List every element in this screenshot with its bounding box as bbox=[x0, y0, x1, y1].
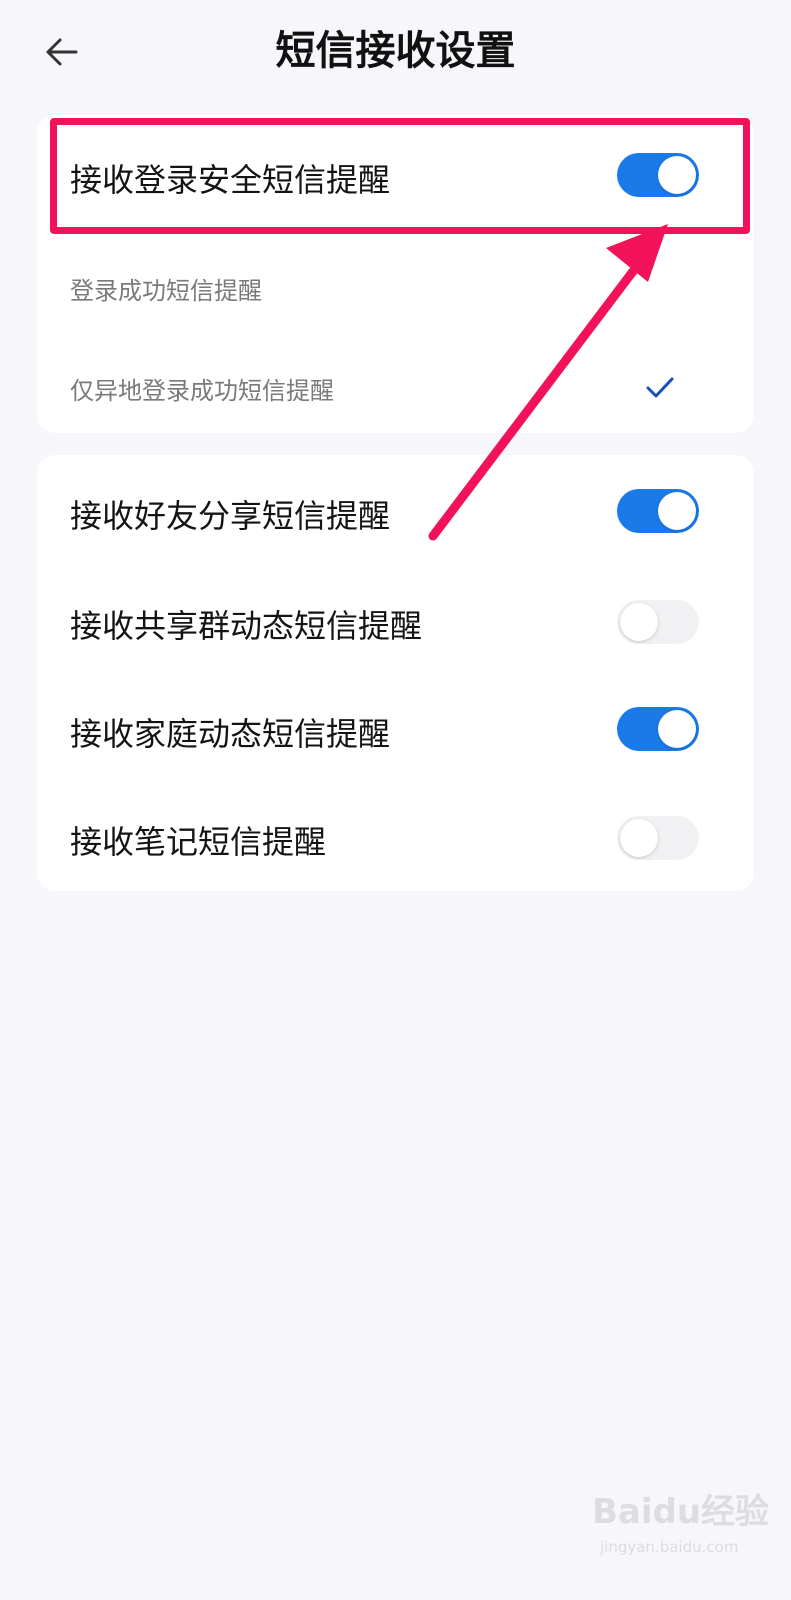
login-security-row[interactable]: 接收登录安全短信提醒 bbox=[37, 115, 754, 235]
friend-share-toggle[interactable] bbox=[617, 489, 699, 533]
notes-row[interactable]: 接收笔记短信提醒 bbox=[37, 783, 754, 891]
watermark-logo: Baidu经验 bbox=[592, 1492, 770, 1532]
shared-group-label: 接收共享群动态短信提醒 bbox=[70, 607, 423, 645]
top-bar: 短信接收设置 bbox=[0, 0, 791, 105]
login-success-label: 登录成功短信提醒 bbox=[70, 277, 262, 305]
shared-group-toggle[interactable] bbox=[617, 600, 699, 644]
toggle-knob bbox=[658, 492, 696, 530]
shared-group-row[interactable]: 接收共享群动态短信提醒 bbox=[37, 565, 754, 673]
watermark: Baidu经验 jingyan.baidu.com bbox=[592, 1484, 782, 1584]
notes-label: 接收笔记短信提醒 bbox=[70, 823, 327, 861]
remote-login-option[interactable]: 仅异地登录成功短信提醒 bbox=[37, 333, 754, 433]
toggle-knob bbox=[658, 710, 696, 748]
login-security-toggle[interactable] bbox=[617, 153, 699, 197]
family-activity-label: 接收家庭动态短信提醒 bbox=[70, 715, 391, 753]
page-title: 短信接收设置 bbox=[275, 28, 516, 74]
notes-toggle[interactable] bbox=[617, 816, 699, 860]
login-security-label: 接收登录安全短信提醒 bbox=[70, 161, 391, 199]
friend-share-label: 接收好友分享短信提醒 bbox=[70, 497, 391, 535]
checkmark-icon bbox=[646, 377, 674, 398]
friend-share-row[interactable]: 接收好友分享短信提醒 bbox=[37, 455, 754, 565]
toggle-knob bbox=[620, 603, 658, 641]
watermark-url: jingyan.baidu.com bbox=[600, 1538, 739, 1556]
toggle-knob bbox=[658, 156, 696, 194]
remote-login-label: 仅异地登录成功短信提醒 bbox=[70, 377, 334, 405]
notification-settings-card: 接收好友分享短信提醒 接收共享群动态短信提醒 接收家庭动态短信提醒 接收笔记短信… bbox=[37, 455, 754, 891]
toggle-knob bbox=[620, 819, 658, 857]
login-security-card: 接收登录安全短信提醒 登录成功短信提醒 仅异地登录成功短信提醒 bbox=[37, 115, 754, 433]
family-activity-toggle[interactable] bbox=[617, 707, 699, 751]
login-success-option[interactable]: 登录成功短信提醒 bbox=[37, 235, 754, 333]
family-activity-row[interactable]: 接收家庭动态短信提醒 bbox=[37, 673, 754, 783]
